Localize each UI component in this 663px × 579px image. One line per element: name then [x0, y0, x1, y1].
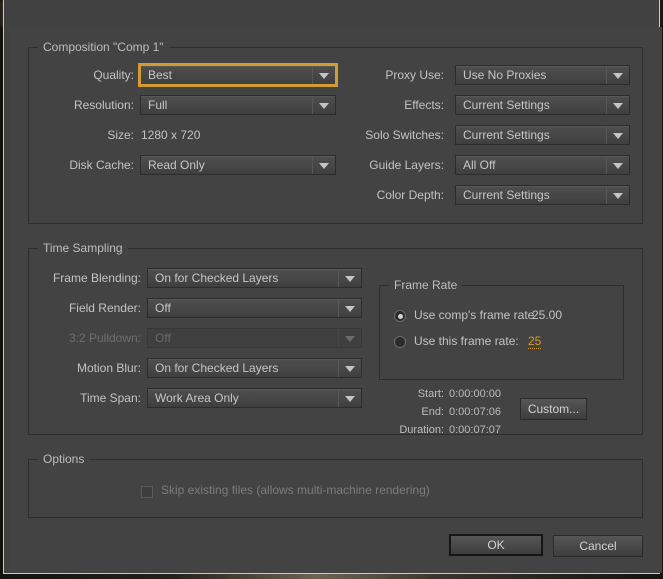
- radio-use-comp-frame-rate[interactable]: [394, 310, 406, 322]
- frame-rate-group: Frame Rate Use comp's frame rate 25.00 U…: [379, 278, 624, 380]
- resolution-value: Full: [148, 98, 168, 112]
- skip-existing-files-checkbox: [141, 486, 153, 498]
- proxy-use-value: Use No Proxies: [463, 68, 547, 82]
- custom-button-label: Custom...: [527, 402, 580, 416]
- render-settings-dialog: Composition "Comp 1" Quality: Resolution…: [3, 0, 662, 574]
- chevron-down-icon: [338, 269, 361, 287]
- time-sampling-group-title: Time Sampling: [38, 241, 128, 255]
- composition-group: Composition "Comp 1" Quality: Resolution…: [28, 40, 643, 224]
- proxy-use-dropdown[interactable]: Use No Proxies: [455, 65, 630, 85]
- frame-rate-group-title: Frame Rate: [389, 278, 463, 292]
- motion-blur-value: On for Checked Layers: [155, 361, 279, 375]
- size-value: 1280 x 720: [141, 128, 201, 142]
- time-span-value: Work Area Only: [155, 391, 239, 405]
- resolution-label: Resolution:: [73, 98, 134, 112]
- composition-group-title: Composition "Comp 1": [38, 40, 169, 54]
- quality-label: Quality:: [93, 68, 134, 82]
- chevron-down-icon: [606, 156, 629, 174]
- quality-value: Best: [148, 68, 173, 82]
- color-depth-value: Current Settings: [463, 188, 550, 202]
- time-span-label: Time Span:: [80, 391, 141, 405]
- time-sampling-group: Time Sampling Frame Blending: Field Rend…: [28, 241, 643, 436]
- chevron-down-icon: [338, 389, 361, 407]
- guide-layers-dropdown[interactable]: All Off: [455, 155, 630, 175]
- frame-blending-value: On for Checked Layers: [155, 271, 279, 285]
- chevron-down-icon: [606, 66, 629, 84]
- chevron-down-icon: [606, 186, 629, 204]
- start-value: 0:00:00:00: [449, 388, 501, 400]
- cancel-button-label: Cancel: [579, 539, 617, 553]
- time-span-dropdown[interactable]: Work Area Only: [147, 388, 362, 408]
- guide-layers-label: Guide Layers:: [369, 158, 444, 172]
- field-render-label: Field Render:: [68, 301, 141, 315]
- motion-blur-label: Motion Blur:: [76, 361, 141, 375]
- duration-label: Duration:: [399, 424, 444, 436]
- field-render-value: Off: [155, 301, 171, 315]
- effects-dropdown[interactable]: Current Settings: [455, 95, 630, 115]
- proxy-use-label: Proxy Use:: [385, 68, 444, 82]
- comp-frame-rate-value: 25.00: [532, 308, 563, 322]
- options-group-title: Options: [38, 452, 90, 466]
- solo-switches-dropdown[interactable]: Current Settings: [455, 125, 630, 145]
- end-label: End:: [421, 406, 444, 418]
- disk-cache-value: Read Only: [148, 158, 205, 172]
- frame-blending-label: Frame Blending:: [52, 271, 141, 285]
- pulldown-label: 3:2 Pulldown:: [68, 331, 141, 345]
- radio-use-this-frame-rate[interactable]: [394, 336, 406, 348]
- cancel-button[interactable]: Cancel: [553, 535, 643, 557]
- ok-button[interactable]: OK: [449, 534, 543, 556]
- use-comp-frame-rate-label: Use comp's frame rate: [414, 308, 535, 322]
- solo-switches-value: Current Settings: [463, 128, 550, 142]
- duration-value: 0:00:07:07: [449, 424, 501, 436]
- frame-blending-dropdown[interactable]: On for Checked Layers: [147, 268, 362, 288]
- disk-cache-label: Disk Cache:: [69, 158, 134, 172]
- color-depth-label: Color Depth:: [376, 188, 444, 202]
- chevron-down-icon: [338, 359, 361, 377]
- color-depth-dropdown[interactable]: Current Settings: [455, 185, 630, 205]
- dialog-client-area: Composition "Comp 1" Quality: Resolution…: [9, 27, 662, 573]
- effects-value: Current Settings: [463, 98, 550, 112]
- chevron-down-icon: [606, 96, 629, 114]
- custom-frame-rate-value[interactable]: 25: [528, 334, 542, 349]
- pulldown-dropdown: Off: [147, 328, 362, 348]
- ok-button-label: OK: [487, 538, 505, 552]
- custom-button[interactable]: Custom...: [520, 398, 587, 420]
- field-render-dropdown[interactable]: Off: [147, 298, 362, 318]
- chevron-down-icon: [338, 299, 361, 317]
- end-value: 0:00:07:06: [449, 406, 501, 418]
- start-label: Start:: [417, 388, 444, 400]
- skip-existing-files-label: Skip existing files (allows multi-machin…: [161, 483, 430, 497]
- options-group: Options Skip existing files (allows mult…: [28, 452, 643, 518]
- chevron-down-icon: [338, 329, 361, 347]
- effects-label: Effects:: [404, 98, 444, 112]
- use-this-frame-rate-label: Use this frame rate:: [414, 334, 519, 348]
- solo-switches-label: Solo Switches:: [365, 128, 444, 142]
- size-label: Size:: [107, 128, 134, 142]
- guide-layers-value: All Off: [463, 158, 496, 172]
- chevron-down-icon: [606, 126, 629, 144]
- motion-blur-dropdown[interactable]: On for Checked Layers: [147, 358, 362, 378]
- pulldown-value: Off: [155, 331, 171, 345]
